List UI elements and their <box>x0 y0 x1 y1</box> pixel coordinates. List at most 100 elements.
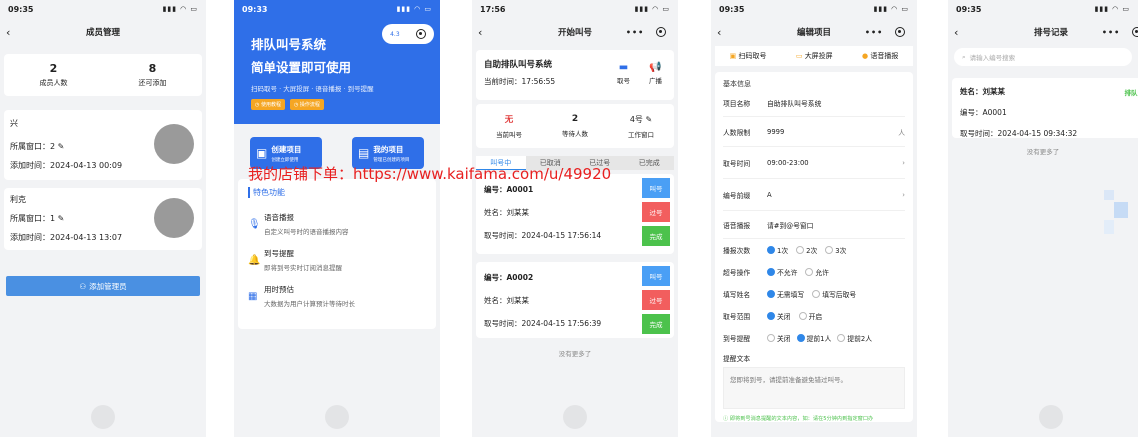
close-target-icon[interactable] <box>1132 27 1138 37</box>
field-people-limit[interactable]: 人数限制 9999 人 <box>723 117 905 147</box>
edit-icon[interactable]: ✎ <box>58 214 65 223</box>
more-icon[interactable]: ••• <box>626 28 644 37</box>
broadcast-button[interactable]: 📢 广播 <box>649 62 662 85</box>
page-title: 排号记录 <box>1033 28 1068 38</box>
feature-estimate: ▦ 用时预估 大数据为用户计算预计等待时长 <box>248 285 355 308</box>
option-fill-name: 填写姓名 无需填写 填写后取号 <box>723 289 857 299</box>
field-project-name[interactable]: 项目名称 自助排队叫号系统 <box>723 89 905 117</box>
tab-completed[interactable]: 已完成 <box>625 158 675 168</box>
qr-icon: ▣ <box>729 52 737 60</box>
back-arrow-icon[interactable]: ‹ <box>6 26 10 39</box>
back-arrow-icon[interactable]: ‹ <box>954 26 958 39</box>
phone-start-calling: 17:56 ▮▮▮ ◠ ▭ ‹ 开始叫号 ••• 自助排队叫号系统 当前时间：1… <box>472 0 678 437</box>
chart-icon: ▦ <box>248 290 258 302</box>
close-target-icon[interactable] <box>656 27 667 37</box>
status-time: 09:33 <box>242 4 268 14</box>
pass-button[interactable]: 过号 <box>642 202 670 222</box>
nav-bar: ‹ 排号记录 ••• <box>948 18 1138 46</box>
ticket-card: 编号：A0001 姓名：刘某某 取号时间：2024-04-15 17:56:14… <box>476 174 674 254</box>
project-header: 自助排队叫号系统 当前时间：17:56:55 ▬ 取号 📢 广播 <box>476 50 674 100</box>
tutorial-tag[interactable]: ◷ 使用教程 <box>251 99 285 110</box>
more-icon[interactable]: ••• <box>1102 28 1120 37</box>
status-bar: 09:33 ▮▮▮ ◠ ▭ <box>234 0 440 18</box>
tab-voice[interactable]: ● 语音播报 <box>862 51 898 61</box>
done-button[interactable]: 完成 <box>642 226 670 246</box>
pass-button[interactable]: 过号 <box>642 290 670 310</box>
tip-text: ⓘ 即将到号消息提醒的文本内容，如：请在5分钟内到指定窗口办 <box>723 416 874 422</box>
section-title: 特色功能 <box>248 187 426 198</box>
page-title: 开始叫号 <box>557 28 592 38</box>
radio-3x[interactable]: 3次 <box>825 245 846 255</box>
signal-wifi-battery-icon: ▮▮▮ ◠ ▭ <box>1094 5 1130 13</box>
system-name: 自助排队叫号系统 <box>484 60 553 70</box>
ticket-name: 姓名：刘某某 <box>484 208 529 217</box>
radio-disallow[interactable]: 不允许 <box>767 267 797 277</box>
logo-watermark-icon <box>1039 405 1063 429</box>
ticket-number: 编号：A0001 <box>484 185 534 194</box>
tab-scan-ticket[interactable]: ▣ 扫码取号 <box>730 51 767 61</box>
signal-wifi-battery-icon: ▮▮▮ ◠ ▭ <box>634 5 670 13</box>
signal-wifi-battery-icon: ▮▮▮ ◠ ▭ <box>873 5 909 13</box>
phone-edit-project: 09:35 ▮▮▮ ◠ ▭ ‹ 编辑项目 ••• ▣ 扫码取号 ▭ 大屏投屏 ●… <box>711 0 917 437</box>
avatar <box>154 198 194 238</box>
member-card[interactable]: 兴 所属窗口：2 ✎ 添加时间：2024-04-13 00:09 <box>4 110 202 180</box>
megaphone-icon: 📢 <box>649 62 662 73</box>
field-voice-text[interactable]: 语音播报 请#到@号窗口 <box>723 211 905 239</box>
close-target-icon[interactable] <box>895 27 906 37</box>
radio-2x[interactable]: 2次 <box>796 245 817 255</box>
radio-allow[interactable]: 允许 <box>805 267 829 277</box>
field-number-prefix[interactable]: 编号前缀 A › <box>723 179 905 211</box>
edit-icon[interactable]: ✎ <box>645 115 652 124</box>
stat-member-count: 2 成员人数 <box>39 62 68 87</box>
radio-remind-2[interactable]: 提前2人 <box>837 333 872 343</box>
option-broadcast-times: 播报次数 1次 2次 3次 <box>723 245 847 255</box>
radio-remind-1[interactable]: 提前1人 <box>796 333 831 343</box>
done-button[interactable]: 完成 <box>642 314 670 334</box>
mini-program-capsule[interactable]: ••• <box>1096 22 1138 42</box>
process-tag[interactable]: ◷ 操作流程 <box>289 99 324 110</box>
logo-watermark-icon <box>91 405 115 429</box>
remind-text-area[interactable]: 您即将到号，请提前准备避免错过叫号。 <box>723 367 905 409</box>
ticket-number: 编号：A0002 <box>484 273 534 282</box>
radio-no-fill[interactable]: 无需填写 <box>767 289 804 299</box>
phone-home: 09:33 ▮▮▮ ◠ ▭ 4.3 排队叫号系统 简单设置即可使用 扫码取号 ·… <box>234 0 440 437</box>
call-button[interactable]: 叫号 <box>642 266 670 286</box>
call-button[interactable]: 叫号 <box>642 178 670 198</box>
radio-range-on[interactable]: 开启 <box>798 311 822 321</box>
field-ticket-time[interactable]: 取号时间 09:00-23:00 › <box>723 147 905 179</box>
record-number: 编号：A0001 <box>960 108 1007 117</box>
status-time: 09:35 <box>956 4 982 14</box>
back-arrow-icon[interactable]: ‹ <box>478 26 482 39</box>
section-title: 基本信息 <box>723 80 751 88</box>
more-icon[interactable]: ••• <box>865 28 883 37</box>
edit-icon[interactable]: ✎ <box>58 142 65 151</box>
no-more-text: 没有更多了 <box>558 350 592 358</box>
stat-current-call: 无 当前叫号 <box>496 115 522 139</box>
add-admin-button[interactable]: ⚇ 添加管理员 <box>6 276 200 296</box>
avatar <box>154 124 194 164</box>
queue-stats: 无 当前叫号 2 等待人数 4号 ✎ 工作窗口 <box>476 104 674 148</box>
phone-queue-records: 09:35 ▮▮▮ ◠ ▭ ‹ 排号记录 ••• ⌕ 请输入编号搜索 姓名：刘某某… <box>948 0 1138 437</box>
back-arrow-icon[interactable]: ‹ <box>717 26 721 39</box>
tab-big-screen[interactable]: ▭ 大屏投屏 <box>796 51 833 61</box>
search-bar[interactable]: ⌕ 请输入编号搜索 <box>954 48 1132 66</box>
current-time: 当前时间：17:56:55 <box>484 77 556 86</box>
option-range: 取号范围 关闭 开启 <box>723 311 823 321</box>
signal-wifi-battery-icon: ▮▮▮ ◠ ▭ <box>396 5 432 13</box>
radio-range-off[interactable]: 关闭 <box>767 311 791 321</box>
mini-program-capsule[interactable]: ••• <box>620 22 672 42</box>
mini-program-capsule[interactable]: ••• <box>859 22 911 42</box>
radio-fill-then-take[interactable]: 填写后取号 <box>812 289 856 299</box>
microphone-icon: 🎙 <box>248 218 261 230</box>
monitor-icon: ▬ <box>618 62 629 73</box>
radio-1x[interactable]: 1次 <box>767 245 788 255</box>
take-number-button[interactable]: ▬ 取号 <box>617 62 630 85</box>
status-bar: 09:35 ▮▮▮ ◠ ▭ <box>711 0 917 18</box>
option-overflow: 超号操作 不允许 允许 <box>723 267 829 277</box>
radio-remind-off[interactable]: 关闭 <box>767 333 791 343</box>
nav-bar: ‹ 编辑项目 ••• <box>711 18 917 46</box>
page-title: 成员管理 <box>85 28 120 38</box>
record-card[interactable]: 姓名：刘某某 排队中 编号：A0001 取号时间：2024-04-15 09:34… <box>952 78 1138 138</box>
member-card[interactable]: 利克 所属窗口：1 ✎ 添加时间：2024-04-13 13:07 <box>4 188 202 250</box>
ticket-name: 姓名：刘某某 <box>484 296 529 305</box>
